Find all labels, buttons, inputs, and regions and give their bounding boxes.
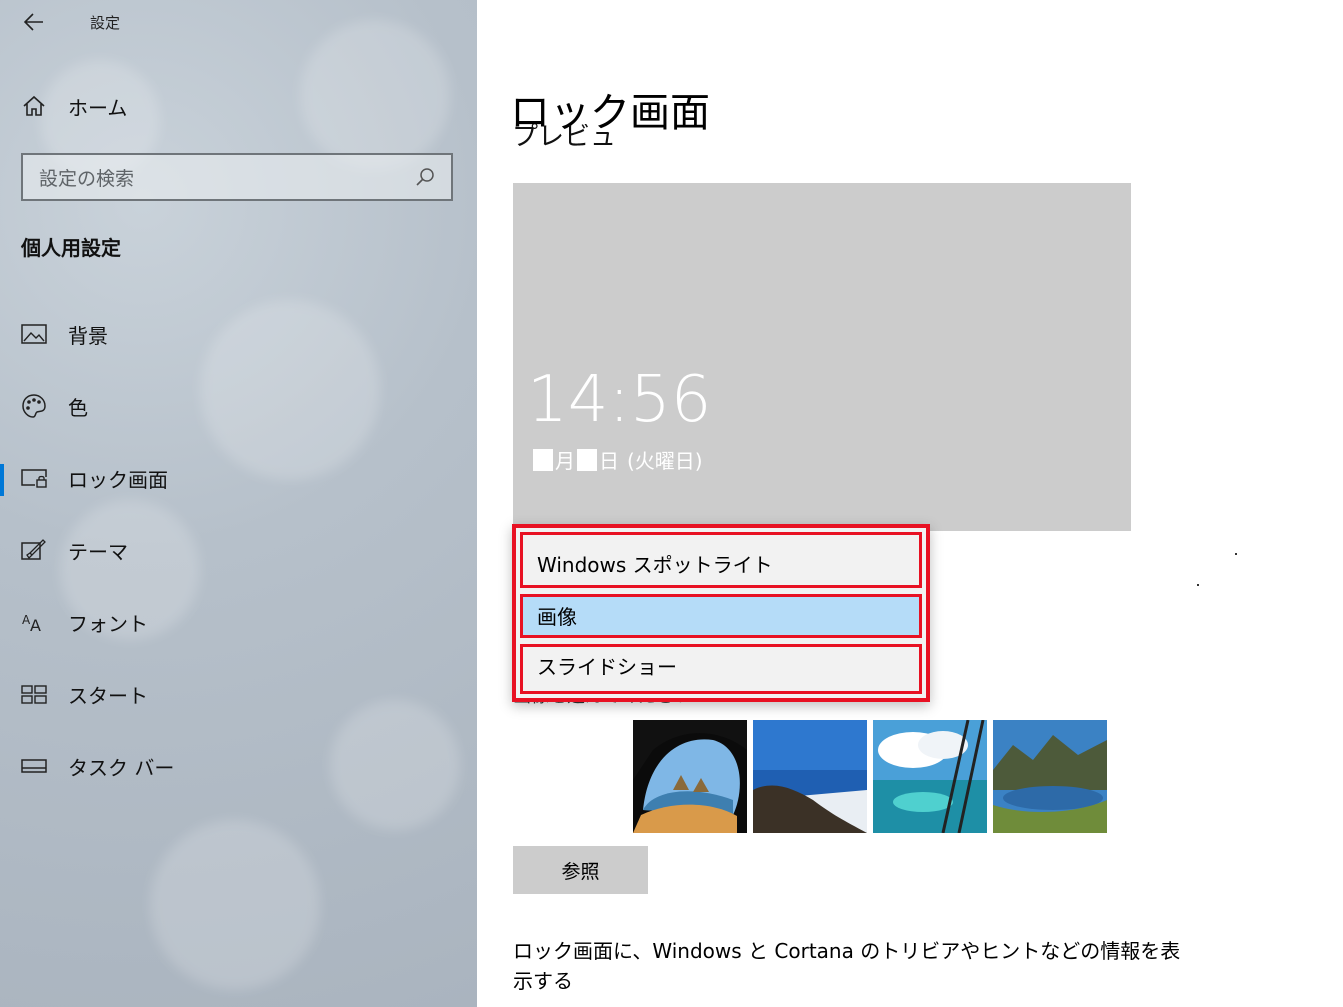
search-input[interactable]: 設定の検索 [21,153,453,201]
sidebar-item-theme[interactable]: テーマ [0,514,477,586]
redacted-month [533,448,553,471]
thumbnail-mountain-sky[interactable] [753,720,867,833]
sidebar-item-home[interactable]: ホーム [20,88,127,124]
dropdown-option-slideshow[interactable]: スライドショー [520,644,922,694]
date-weekday: (火曜日) [627,449,703,473]
sidebar-item-start[interactable]: スタート [0,658,477,730]
home-icon [20,92,48,120]
dropdown-option-spotlight[interactable]: Windows スポットライト [520,532,922,588]
show-info-text: ロック画面に、Windows と Cortana のトリビアやヒントなどの情報を… [513,939,1181,993]
search-placeholder: 設定の検索 [39,167,135,190]
title-bar: 設定 [0,0,477,44]
sidebar-item-lock-screen[interactable]: ロック画面 [0,442,477,514]
sidebar-item-label: スタート [68,683,148,708]
sidebar-item-label: ロック画面 [68,467,168,492]
dropdown-option-picture[interactable]: 画像 [520,594,922,638]
navigation-pane: 設定 ホーム 設定の検索 個人用設定 背景 色 ロック画面 テーマ A A フォ… [0,0,477,1007]
sidebar-item-label: 背景 [68,323,108,348]
sidebar-item-color[interactable]: 色 [0,370,477,442]
lock-screen-icon [20,464,48,492]
search-icon [416,168,434,186]
sidebar-item-label: タスク バー [68,755,175,780]
thumbnail-cave-beach[interactable] [633,720,747,833]
preview-time: 14:56 [527,363,712,437]
preview-heading: プレビュー [512,124,617,146]
section-title: 個人用設定 [21,236,121,260]
sidebar-item-taskbar[interactable]: タスク バー [0,730,477,802]
svg-text:A: A [30,616,41,633]
taskbar-icon [20,752,48,780]
theme-brush-icon [20,536,48,564]
decorative-dot [1235,553,1237,555]
lock-screen-preview: 14:56 月 日 (火曜日) [513,183,1131,531]
back-button[interactable] [18,6,50,38]
sidebar-item-label: テーマ [68,539,128,564]
palette-icon [20,392,48,420]
thumbnail-lagoon[interactable] [873,720,987,833]
start-grid-icon [20,680,48,708]
picture-icon [20,320,48,348]
sidebar-item-home-label: ホーム [68,95,128,120]
browse-button[interactable]: 参照 [513,846,648,894]
redacted-day [577,448,597,471]
thumbnail-mountain-lake[interactable] [993,720,1107,833]
preview-date: 月 日 (火曜日) [531,445,703,474]
date-month-suffix: 月 [555,449,575,473]
date-day-suffix: 日 [599,449,619,473]
sidebar-item-background[interactable]: 背景 [0,298,477,370]
back-arrow-icon [24,13,43,31]
app-title: 設定 [90,14,121,32]
background-type-dropdown[interactable]: Windows スポットライト 画像 スライドショー [512,524,930,702]
image-thumbnails [633,720,1107,833]
decorative-dot [1197,584,1199,586]
font-icon: AA [20,608,48,636]
sidebar-item-label: フォント [68,611,148,636]
sidebar-item-label: 色 [68,395,88,420]
sidebar-item-font[interactable]: AA フォント [0,586,477,658]
sidebar-nav-list: 背景 色 ロック画面 テーマ AA フォント スタート タスク バー [0,298,477,802]
